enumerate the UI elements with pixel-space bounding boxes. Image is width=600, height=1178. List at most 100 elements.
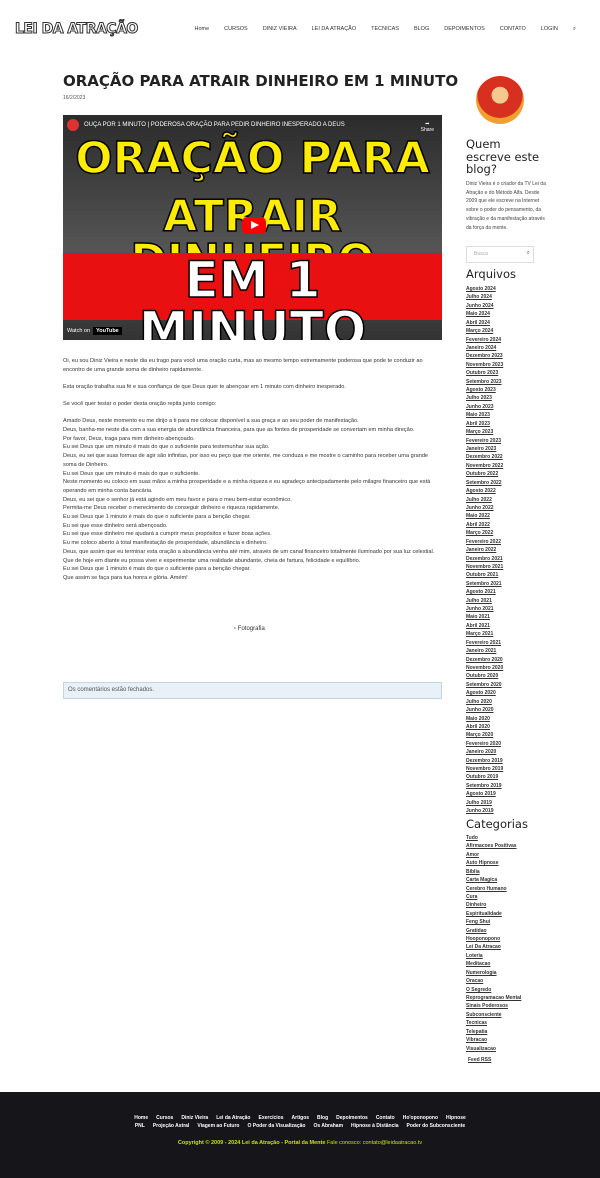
archive-link[interactable]: Janeiro 2021 bbox=[466, 647, 503, 655]
category-link[interactable]: Numerologia bbox=[466, 969, 521, 977]
feed-rss-link[interactable]: Feed RSS bbox=[468, 1056, 491, 1064]
archive-link[interactable]: Junho 2024 bbox=[466, 302, 503, 310]
footer-link[interactable]: PNL bbox=[135, 1123, 145, 1129]
play-button[interactable] bbox=[242, 217, 266, 234]
footer-link[interactable]: Poder do Subconsciente bbox=[407, 1123, 466, 1129]
footer-link[interactable]: Hipnose à Distância bbox=[351, 1123, 399, 1129]
footer-link[interactable]: Lei da Atração bbox=[216, 1115, 250, 1121]
archive-link[interactable]: Janeiro 2020 bbox=[466, 748, 503, 756]
category-link[interactable]: Reprogramacao Mental bbox=[466, 994, 521, 1002]
search-input[interactable]: Busca ⌕ bbox=[466, 246, 534, 263]
footer-link[interactable]: Exercícios bbox=[259, 1115, 284, 1121]
archive-link[interactable]: Dezembro 2023 bbox=[466, 352, 503, 360]
archive-link[interactable]: Setembro 2023 bbox=[466, 378, 503, 386]
nav-item[interactable]: CURSOS bbox=[224, 26, 248, 33]
site-logo[interactable]: LEI DA ATRAÇÃO bbox=[15, 21, 139, 38]
archive-link[interactable]: Abril 2024 bbox=[466, 319, 503, 327]
archive-link[interactable]: Março 2021 bbox=[466, 630, 503, 638]
category-link[interactable]: Afirmacoes Positivas bbox=[466, 842, 521, 850]
archive-link[interactable]: Fevereiro 2020 bbox=[466, 740, 503, 748]
nav-item[interactable]: LOGIN bbox=[541, 26, 558, 33]
category-link[interactable]: Auto Hipnose bbox=[466, 859, 521, 867]
category-link[interactable]: Vibracao bbox=[466, 1036, 521, 1044]
category-link[interactable]: Hooponopono bbox=[466, 935, 521, 943]
category-link[interactable]: Gratidao bbox=[466, 927, 521, 935]
archive-link[interactable]: Fevereiro 2022 bbox=[466, 538, 503, 546]
archive-link[interactable]: Julho 2019 bbox=[466, 799, 503, 807]
archive-link[interactable]: Dezembro 2022 bbox=[466, 453, 503, 461]
archive-link[interactable]: Junho 2019 bbox=[466, 807, 503, 815]
archive-link[interactable]: Março 2024 bbox=[466, 327, 503, 335]
youtube-video-embed[interactable]: ORAÇÃO PARA ATRAIR DINHEIRO EM 1 MINUTO … bbox=[63, 115, 442, 340]
archive-link[interactable]: Setembro 2021 bbox=[466, 580, 503, 588]
search-icon[interactable]: ⌕ bbox=[527, 250, 530, 257]
archive-link[interactable]: Outubro 2022 bbox=[466, 470, 503, 478]
watch-on-youtube-link[interactable]: Watch on YouTube bbox=[67, 327, 122, 335]
archive-link[interactable]: Dezembro 2020 bbox=[466, 656, 503, 664]
archive-link[interactable]: Junho 2020 bbox=[466, 706, 503, 714]
nav-item[interactable]: BLOG bbox=[414, 26, 429, 33]
category-link[interactable]: Visualizacao bbox=[466, 1045, 521, 1053]
nav-item[interactable]: DINIZ VIEIRA bbox=[263, 26, 297, 33]
archive-link[interactable]: Junho 2021 bbox=[466, 605, 503, 613]
category-link[interactable]: O Segredo bbox=[466, 986, 521, 994]
footer-link[interactable]: Cursos bbox=[156, 1115, 173, 1121]
category-link[interactable]: Tecnicas bbox=[466, 1019, 521, 1027]
archive-link[interactable]: Junho 2023 bbox=[466, 403, 503, 411]
category-link[interactable]: Dinheiro bbox=[466, 901, 521, 909]
archive-link[interactable]: Maio 2022 bbox=[466, 512, 503, 520]
archive-link[interactable]: Agosto 2020 bbox=[466, 689, 503, 697]
footer-link[interactable]: Viagem ao Futuro bbox=[197, 1123, 239, 1129]
archive-link[interactable]: Janeiro 2024 bbox=[466, 344, 503, 352]
category-link[interactable]: Loteria bbox=[466, 952, 521, 960]
archive-link[interactable]: Setembro 2020 bbox=[466, 681, 503, 689]
archive-link[interactable]: Novembro 2020 bbox=[466, 664, 503, 672]
archive-link[interactable]: Fevereiro 2023 bbox=[466, 437, 503, 445]
archive-link[interactable]: Abril 2021 bbox=[466, 622, 503, 630]
footer-link[interactable]: Depoimentos bbox=[336, 1115, 368, 1121]
share-button[interactable]: ➦ Share bbox=[421, 121, 434, 133]
footer-link[interactable]: Contato bbox=[376, 1115, 395, 1121]
archive-link[interactable]: Maio 2020 bbox=[466, 715, 503, 723]
archive-link[interactable]: Julho 2021 bbox=[466, 597, 503, 605]
archive-link[interactable]: Agosto 2019 bbox=[466, 790, 503, 798]
archive-link[interactable]: Abril 2020 bbox=[466, 723, 503, 731]
category-link[interactable]: Bíblia bbox=[466, 868, 521, 876]
archive-link[interactable]: Julho 2022 bbox=[466, 496, 503, 504]
archive-link[interactable]: Agosto 2022 bbox=[466, 487, 503, 495]
category-link[interactable]: Cura bbox=[466, 893, 521, 901]
archive-link[interactable]: Julho 2023 bbox=[466, 394, 503, 402]
nav-item[interactable]: CONTATO bbox=[500, 26, 526, 33]
category-link[interactable]: Feng Shui bbox=[466, 918, 521, 926]
footer-link[interactable]: Os Abraham bbox=[313, 1123, 343, 1129]
category-link[interactable]: Tudo bbox=[466, 834, 521, 842]
search-icon[interactable]: ⌕ bbox=[573, 26, 576, 33]
archive-link[interactable]: Abril 2022 bbox=[466, 521, 503, 529]
archive-link[interactable]: Outubro 2023 bbox=[466, 369, 503, 377]
footer-link[interactable]: O Poder da Visualização bbox=[247, 1123, 305, 1129]
archive-link[interactable]: Junho 2022 bbox=[466, 504, 503, 512]
archive-link[interactable]: Fevereiro 2024 bbox=[466, 336, 503, 344]
category-link[interactable]: Lei Da Atracao bbox=[466, 943, 521, 951]
archive-link[interactable]: Outubro 2021 bbox=[466, 571, 503, 579]
nav-item[interactable]: DEPOIMENTOS bbox=[444, 26, 485, 33]
archive-link[interactable]: Outubro 2019 bbox=[466, 773, 503, 781]
archive-link[interactable]: Novembro 2022 bbox=[466, 462, 503, 470]
footer-link[interactable]: Projeção Astral bbox=[153, 1123, 190, 1129]
category-link[interactable]: Sinais Poderosos bbox=[466, 1002, 521, 1010]
archive-link[interactable]: Setembro 2022 bbox=[466, 479, 503, 487]
archive-link[interactable]: Janeiro 2022 bbox=[466, 546, 503, 554]
archive-link[interactable]: Maio 2024 bbox=[466, 310, 503, 318]
archive-link[interactable]: Agosto 2023 bbox=[466, 386, 503, 394]
category-link[interactable]: Oracao bbox=[466, 977, 521, 985]
category-link[interactable]: Meditacao bbox=[466, 960, 521, 968]
contact-email-link[interactable]: Fale conosco: contato@leidaatracao.tv bbox=[327, 1140, 422, 1146]
footer-link[interactable]: Artigos bbox=[292, 1115, 310, 1121]
footer-link[interactable]: Home bbox=[134, 1115, 148, 1121]
footer-link[interactable]: Blog bbox=[317, 1115, 328, 1121]
archive-link[interactable]: Novembro 2023 bbox=[466, 361, 503, 369]
archive-link[interactable]: Novembro 2021 bbox=[466, 563, 503, 571]
archive-link[interactable]: Março 2023 bbox=[466, 428, 503, 436]
category-link[interactable]: Carta Magica bbox=[466, 876, 521, 884]
archive-link[interactable]: Março 2020 bbox=[466, 731, 503, 739]
